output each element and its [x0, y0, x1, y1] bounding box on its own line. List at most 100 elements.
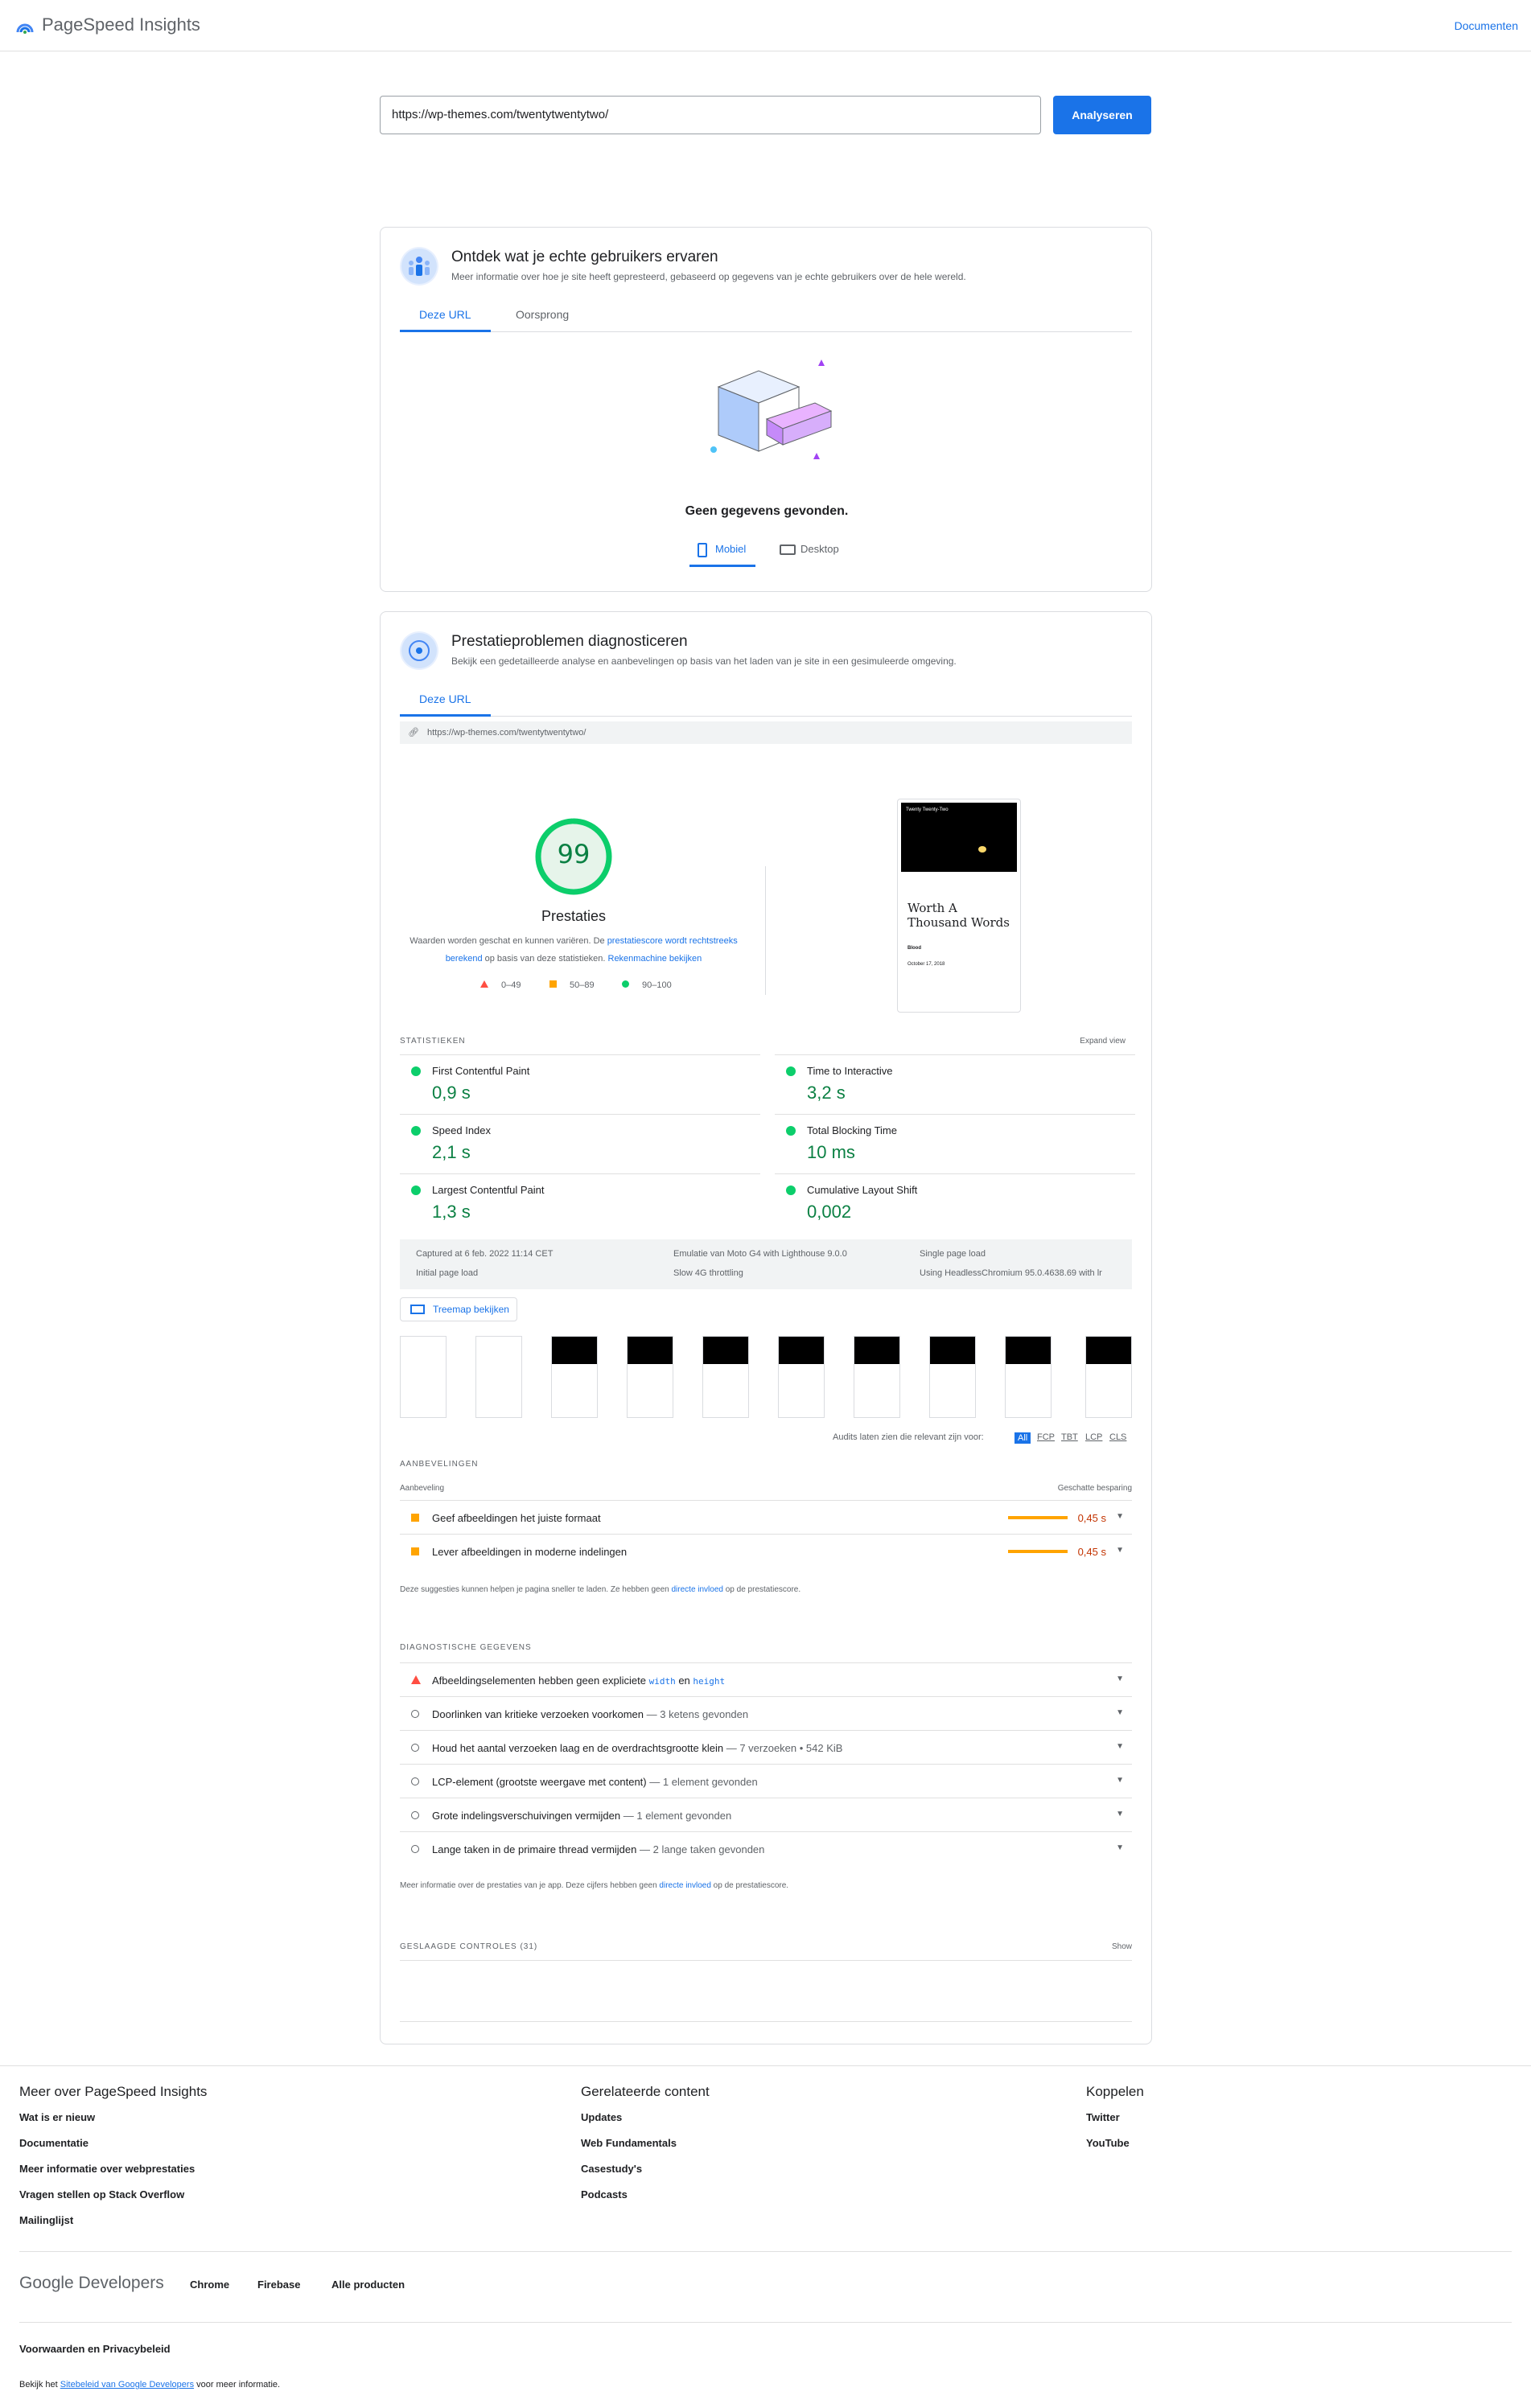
- filmstrip-frame: [778, 1336, 825, 1418]
- field-title: Ontdek wat je echte gebruikers ervaren: [451, 249, 718, 265]
- footer-link[interactable]: Mailinglijst: [19, 2214, 207, 2226]
- audit-title: Grote indelingsverschuivingen vermijden …: [432, 1810, 731, 1822]
- product-link-firebase[interactable]: Firebase: [257, 2279, 300, 2291]
- device-tab-mobile[interactable]: Mobiel: [689, 535, 756, 567]
- footer-link[interactable]: Podcasts: [581, 2188, 710, 2200]
- audit-row[interactable]: LCP-element (grootste weergave met conte…: [400, 1764, 1132, 1798]
- chevron-down-icon[interactable]: ▼: [1116, 1708, 1124, 1717]
- filmstrip-frame: [1085, 1336, 1132, 1418]
- filmstrip-frame: [627, 1336, 673, 1418]
- filter-tbt[interactable]: TBT: [1061, 1432, 1078, 1442]
- footer-link[interactable]: Casestudy's: [581, 2163, 710, 2175]
- audit-row[interactable]: Geef afbeeldingen het juiste formaat 0,45…: [400, 1500, 1132, 1534]
- chevron-down-icon[interactable]: ▼: [1116, 1675, 1124, 1683]
- filter-all[interactable]: All: [1014, 1432, 1031, 1444]
- site-policy-link[interactable]: Sitebeleid van Google Developers: [60, 2380, 194, 2390]
- info-emulation[interactable]: Emulatie van Moto G4 with Lighthouse 9.0…: [673, 1249, 847, 1259]
- audit-title: Geef afbeeldingen het juiste formaat: [432, 1512, 601, 1524]
- info-throttling[interactable]: Slow 4G throttling: [673, 1268, 743, 1278]
- footer-link[interactable]: Twitter: [1086, 2111, 1144, 2123]
- info-circle-icon: [411, 1744, 419, 1752]
- chevron-down-icon[interactable]: ▼: [1116, 1546, 1124, 1555]
- legend-pass: 90–100: [622, 980, 672, 990]
- savings-bar: [1008, 1550, 1068, 1553]
- filmstrip-frame: [475, 1336, 522, 1418]
- chevron-down-icon[interactable]: ▼: [1116, 1843, 1124, 1852]
- show-passed-toggle[interactable]: Show: [1112, 1942, 1132, 1951]
- direct-impact-link[interactable]: directe invloed: [671, 1585, 722, 1594]
- analyze-button[interactable]: Analyseren: [1053, 96, 1151, 134]
- filter-label: Audits laten zien die relevant zijn voor…: [833, 1432, 984, 1442]
- divider: [19, 2322, 1512, 2323]
- footer-link[interactable]: Documentatie: [19, 2137, 207, 2149]
- chevron-down-icon[interactable]: ▼: [1116, 1810, 1124, 1818]
- footer-link[interactable]: Meer informatie over webprestaties: [19, 2163, 207, 2175]
- pass-dot-icon: [786, 1126, 796, 1136]
- product-link-all[interactable]: Alle producten: [331, 2279, 405, 2291]
- phone-icon: [698, 543, 707, 557]
- legend-fail: 0–49: [480, 980, 521, 990]
- footer-col-about: Meer over PageSpeed Insights Wat is er n…: [19, 2084, 207, 2240]
- metrics-section-label: STATISTIEKEN: [400, 1037, 466, 1046]
- pagespeed-logo-icon[interactable]: [16, 18, 34, 34]
- footer-col-related: Gerelateerde content Updates Web Fundame…: [581, 2084, 710, 2214]
- info-circle-icon: [411, 1811, 419, 1819]
- tab-origin[interactable]: Oorsprong: [496, 300, 588, 332]
- audit-row[interactable]: Grote indelingsverschuivingen vermijden …: [400, 1798, 1132, 1831]
- device-tab-desktop-label: Desktop: [800, 543, 839, 555]
- preview-heading-line-2: Thousand Words: [907, 915, 1010, 930]
- score-desc-text-1: Waarden worden geschat en kunnen variëre…: [410, 936, 607, 946]
- footer-link[interactable]: YouTube: [1086, 2137, 1144, 2149]
- audit-row[interactable]: Afbeeldingselementen hebben geen explici…: [400, 1662, 1132, 1696]
- footer-link[interactable]: Web Fundamentals: [581, 2137, 710, 2149]
- footer-link[interactable]: Wat is er nieuw: [19, 2111, 207, 2123]
- tab-lab-this-url[interactable]: Deze URL: [400, 684, 491, 717]
- filter-fcp[interactable]: FCP: [1037, 1432, 1055, 1442]
- calculator-link[interactable]: Rekenmachine bekijken: [608, 954, 702, 964]
- tab-this-url[interactable]: Deze URL: [400, 300, 491, 332]
- field-tabs: Deze URL Oorsprong: [400, 300, 1132, 332]
- info-circle-icon: [411, 1710, 419, 1718]
- lab-tabs: Deze URL: [400, 684, 1132, 717]
- filmstrip-frame: [400, 1336, 447, 1418]
- expand-view-toggle[interactable]: Expand view: [1080, 1037, 1126, 1046]
- footer-link[interactable]: Vragen stellen op Stack Overflow: [19, 2188, 207, 2200]
- info-browser[interactable]: Using HeadlessChromium 95.0.4638.69 with…: [920, 1268, 1102, 1278]
- chevron-down-icon[interactable]: ▼: [1116, 1776, 1124, 1785]
- product-link-chrome[interactable]: Chrome: [190, 2279, 229, 2291]
- audit-detail: — 7 verzoeken • 542 KiB: [726, 1742, 843, 1754]
- docs-link[interactable]: Documenten: [1455, 19, 1518, 32]
- google-developers-logo[interactable]: Google Developers: [19, 2274, 164, 2293]
- app-title[interactable]: PageSpeed Insights: [42, 14, 200, 35]
- no-data-message: Geen gegevens gevonden.: [685, 504, 849, 518]
- audit-row[interactable]: Doorlinken van kritieke verzoeken voorko…: [400, 1696, 1132, 1730]
- filter-cls[interactable]: CLS: [1109, 1432, 1126, 1442]
- score-desc-text-2: op basis van deze statistieken.: [482, 954, 608, 964]
- audit-row[interactable]: Lange taken in de primaire thread vermij…: [400, 1831, 1132, 1865]
- device-tab-desktop[interactable]: Desktop: [775, 535, 849, 567]
- preview-heading-line-1: Worth A: [907, 901, 957, 915]
- footer-link[interactable]: Updates: [581, 2111, 710, 2123]
- audit-row[interactable]: Houd het aantal verzoeken laag en de ove…: [400, 1730, 1132, 1764]
- metric-value: 2,1 s: [432, 1142, 471, 1162]
- final-screenshot: Twenty Twenty-Two Worth A Thousand Words…: [897, 799, 1021, 1013]
- terms-link[interactable]: Voorwaarden en Privacybeleid: [19, 2343, 171, 2355]
- metric-name: Cumulative Layout Shift: [807, 1184, 918, 1196]
- reco-note-text-1: Deze suggesties kunnen helpen je pagina …: [400, 1585, 672, 1594]
- audit-title-text: Doorlinken van kritieke verzoeken voorko…: [432, 1708, 644, 1720]
- filter-lcp[interactable]: LCP: [1085, 1432, 1102, 1442]
- url-input[interactable]: https://wp-themes.com/twentytwentytwo/: [380, 96, 1041, 134]
- audit-row[interactable]: Lever afbeeldingen in moderne indelingen…: [400, 1534, 1132, 1568]
- metric-value: 3,2 s: [807, 1083, 846, 1103]
- treemap-button[interactable]: Treemap bekijken: [400, 1297, 517, 1321]
- audit-code-height: height: [693, 1676, 726, 1687]
- vertical-divider: [765, 866, 766, 995]
- preview-heading: Worth A Thousand Words: [907, 901, 1010, 930]
- bird-icon: [978, 846, 986, 853]
- diag-direct-impact-link[interactable]: directe invloed: [659, 1881, 710, 1890]
- chevron-down-icon[interactable]: ▼: [1116, 1742, 1124, 1751]
- chevron-down-icon[interactable]: ▼: [1116, 1512, 1124, 1521]
- info-initial-load: Initial page load: [416, 1268, 479, 1278]
- footer-col-title: Meer over PageSpeed Insights: [19, 2084, 208, 2099]
- metric-value: 0,9 s: [432, 1083, 471, 1103]
